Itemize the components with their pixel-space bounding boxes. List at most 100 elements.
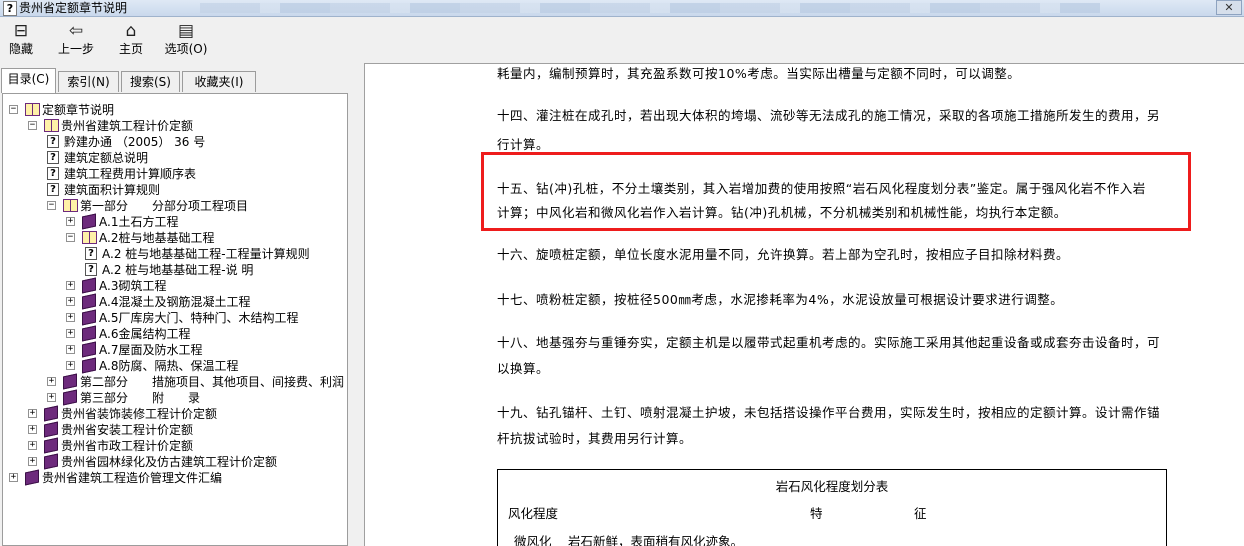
expand-icon[interactable]: + xyxy=(9,473,18,482)
navigation-pane: 目录(C) 索引(N) 搜索(S) 收藏夹(I) − 定额章节说明 − 贵州省建筑工程… xyxy=(0,63,360,546)
closed-book-icon xyxy=(44,421,58,438)
help-page-icon: ? xyxy=(85,247,97,260)
open-book-icon xyxy=(25,103,40,116)
help-icon: ? xyxy=(3,1,17,16)
background-taskbar xyxy=(200,3,1100,13)
open-book-icon xyxy=(63,199,78,212)
tree-item-label: 建筑工程费用计算顺序表 xyxy=(64,167,197,181)
expand-icon[interactable]: + xyxy=(66,345,75,354)
tree-item-label: A.5厂库房大门、特种门、木结构工程 xyxy=(99,311,299,325)
back-button[interactable]: ⇦ 上一步 xyxy=(54,21,98,57)
table-header-feature-2: 征 xyxy=(914,506,927,521)
paragraph-continued: 耗量内，编制预算时，其充盈系数可按10%考虑。当实际出槽量与定额不同时，可以调整… xyxy=(497,66,1021,81)
tab-search[interactable]: 搜索(S) xyxy=(121,71,180,92)
table-cell-degree: 微风化 xyxy=(514,534,552,546)
close-window-button[interactable]: ✕ xyxy=(1216,0,1242,15)
closed-book-icon xyxy=(82,213,96,230)
closed-book-icon xyxy=(44,437,58,454)
document-pane: 耗量内，编制预算时，其充盈系数可按10%考虑。当实际出槽量与定额不同时，可以调整… xyxy=(364,63,1244,546)
hide-button-label: 隐藏 xyxy=(8,42,33,56)
closed-book-icon xyxy=(25,469,39,486)
open-book-icon xyxy=(44,119,59,132)
tab-index[interactable]: 索引(N) xyxy=(58,71,119,92)
home-button[interactable]: ⌂ 主页 xyxy=(114,21,148,57)
collapse-icon[interactable]: − xyxy=(47,201,56,210)
tree-item-label: A.2 桩与地基基础工程-说 明 xyxy=(102,263,254,277)
help-page-icon: ? xyxy=(47,135,59,148)
paragraph-19-line-2: 杆抗拔试验时，其费用另行计算。 xyxy=(497,431,693,446)
help-page-icon: ? xyxy=(47,183,59,196)
expand-icon[interactable]: + xyxy=(66,297,75,306)
closed-book-icon xyxy=(82,357,96,374)
toolbar: ⊟ 隐藏 ⇦ 上一步 ⌂ 主页 ▤ 选项(O) xyxy=(0,17,1244,64)
contents-tree[interactable]: − 定额章节说明 − 贵州省建筑工程计价定额? 黔建办通 （2005） 36 号? 建筑定… xyxy=(2,93,348,546)
table-title: 岩石风化程度划分表 xyxy=(775,479,889,494)
closed-book-icon xyxy=(44,453,58,470)
closed-book-icon xyxy=(63,373,77,390)
home-button-label: 主页 xyxy=(118,42,143,56)
expand-icon[interactable]: + xyxy=(66,313,75,322)
tree-item-label: 贵州省建筑工程造价管理文件汇编 xyxy=(42,471,223,485)
paragraph-15-line-2: 计算；中风化岩和微风化岩作入岩计算。钻(冲)孔机械，不分机械类别和机械性能，均执… xyxy=(497,205,1067,220)
tree-item-label: 第一部分 分部分项工程项目 xyxy=(80,199,249,213)
options-button-label: 选项(O) xyxy=(164,42,208,56)
paragraph-14-line-1: 十四、灌注桩在成孔时，若出现大体积的垮塌、流砂等无法成孔的施工情况，采取的各项施… xyxy=(497,108,1161,123)
collapse-icon[interactable]: − xyxy=(28,121,37,130)
help-page-icon: ? xyxy=(47,151,59,164)
closed-book-icon xyxy=(82,293,96,310)
tree-item-label: 贵州省安装工程计价定额 xyxy=(61,423,194,437)
closed-book-icon xyxy=(82,325,96,342)
tree-item-label: A.2桩与地基基础工程 xyxy=(99,231,215,245)
closed-book-icon xyxy=(82,277,96,294)
expand-icon[interactable]: + xyxy=(66,329,75,338)
expand-icon[interactable]: + xyxy=(66,361,75,370)
expand-icon[interactable]: + xyxy=(47,393,56,402)
paragraph-18-line-2: 以换算。 xyxy=(497,361,550,376)
tree-item-label: 贵州省市政工程计价定额 xyxy=(61,439,194,453)
tree-item-label: 第二部分 措施项目、其他项目、间接费、利润 xyxy=(80,375,345,389)
tree-item-label: A.7屋面及防水工程 xyxy=(99,343,203,357)
tab-favorites[interactable]: 收藏夹(I) xyxy=(182,71,256,92)
hide-icon: ⊟ xyxy=(13,21,29,41)
paragraph-16: 十六、旋喷桩定额，单位长度水泥用量不同，允许换算。若上部为空孔时，按相应子目扣除… xyxy=(497,247,1070,262)
expand-icon[interactable]: + xyxy=(28,441,37,450)
tree-item-label: 贵州省建筑工程计价定额 xyxy=(61,119,194,133)
help-page-icon: ? xyxy=(85,263,97,276)
expand-icon[interactable]: + xyxy=(47,377,56,386)
tree-item-label: 定额章节说明 xyxy=(42,103,115,117)
title-bar: ? 贵州省定额章节说明 ✕ xyxy=(0,0,1244,17)
closed-book-icon xyxy=(44,405,58,422)
home-icon: ⌂ xyxy=(125,21,137,41)
tree-item-label: A.6金属结构工程 xyxy=(99,327,191,341)
paragraph-17: 十七、喷粉桩定额，按桩径500㎜考虑，水泥掺耗率为4%，水泥设放量可根据设计要求… xyxy=(497,292,1064,307)
expand-icon[interactable]: + xyxy=(28,457,37,466)
window-title: 贵州省定额章节说明 xyxy=(19,1,128,15)
paragraph-19-line-1: 十九、钻孔锚杆、土钉、喷射混凝土护坡，未包括搭设操作平台费用，实际发生时，按相应… xyxy=(497,405,1161,420)
hide-button[interactable]: ⊟ 隐藏 xyxy=(6,21,36,57)
expand-icon[interactable]: + xyxy=(28,425,37,434)
tree-item-label: A.3砌筑工程 xyxy=(99,279,167,293)
navigation-tabs: 目录(C) 索引(N) 搜索(S) 收藏夹(I) xyxy=(0,67,360,93)
table-cell-feature: 岩石新鲜，表面稍有风化迹象。 xyxy=(568,534,744,546)
closed-book-icon xyxy=(82,341,96,358)
collapse-icon[interactable]: − xyxy=(66,233,75,242)
expand-icon[interactable]: + xyxy=(66,281,75,290)
back-arrow-icon: ⇦ xyxy=(68,21,84,41)
table-header-feature-1: 特 xyxy=(810,506,823,521)
collapse-icon[interactable]: − xyxy=(9,105,18,114)
tree-item-label: 贵州省园林绿化及仿古建筑工程计价定额 xyxy=(61,455,278,469)
table-header-degree: 风化程度 xyxy=(508,506,559,521)
weathering-table: 岩石风化程度划分表 风化程度 特 征 微风化 岩石新鲜，表面稍有风化迹象。 xyxy=(497,469,1167,546)
expand-icon[interactable]: + xyxy=(66,217,75,226)
help-page-icon: ? xyxy=(47,167,59,180)
tree-item-label: 黔建办通 （2005） 36 号 xyxy=(64,135,206,149)
expand-icon[interactable]: + xyxy=(28,409,37,418)
closed-book-icon xyxy=(82,309,96,326)
options-icon: ▤ xyxy=(177,21,195,41)
back-button-label: 上一步 xyxy=(57,42,94,56)
paragraph-18-line-1: 十八、地基强夯与重锤夯实，定额主机是以履带式起重机考虑的。实际施工采用其他起重设… xyxy=(497,335,1161,350)
closed-book-icon xyxy=(63,389,77,406)
tab-contents[interactable]: 目录(C) xyxy=(1,68,56,93)
options-button[interactable]: ▤ 选项(O) xyxy=(162,21,210,57)
pane-splitter[interactable] xyxy=(352,63,364,546)
